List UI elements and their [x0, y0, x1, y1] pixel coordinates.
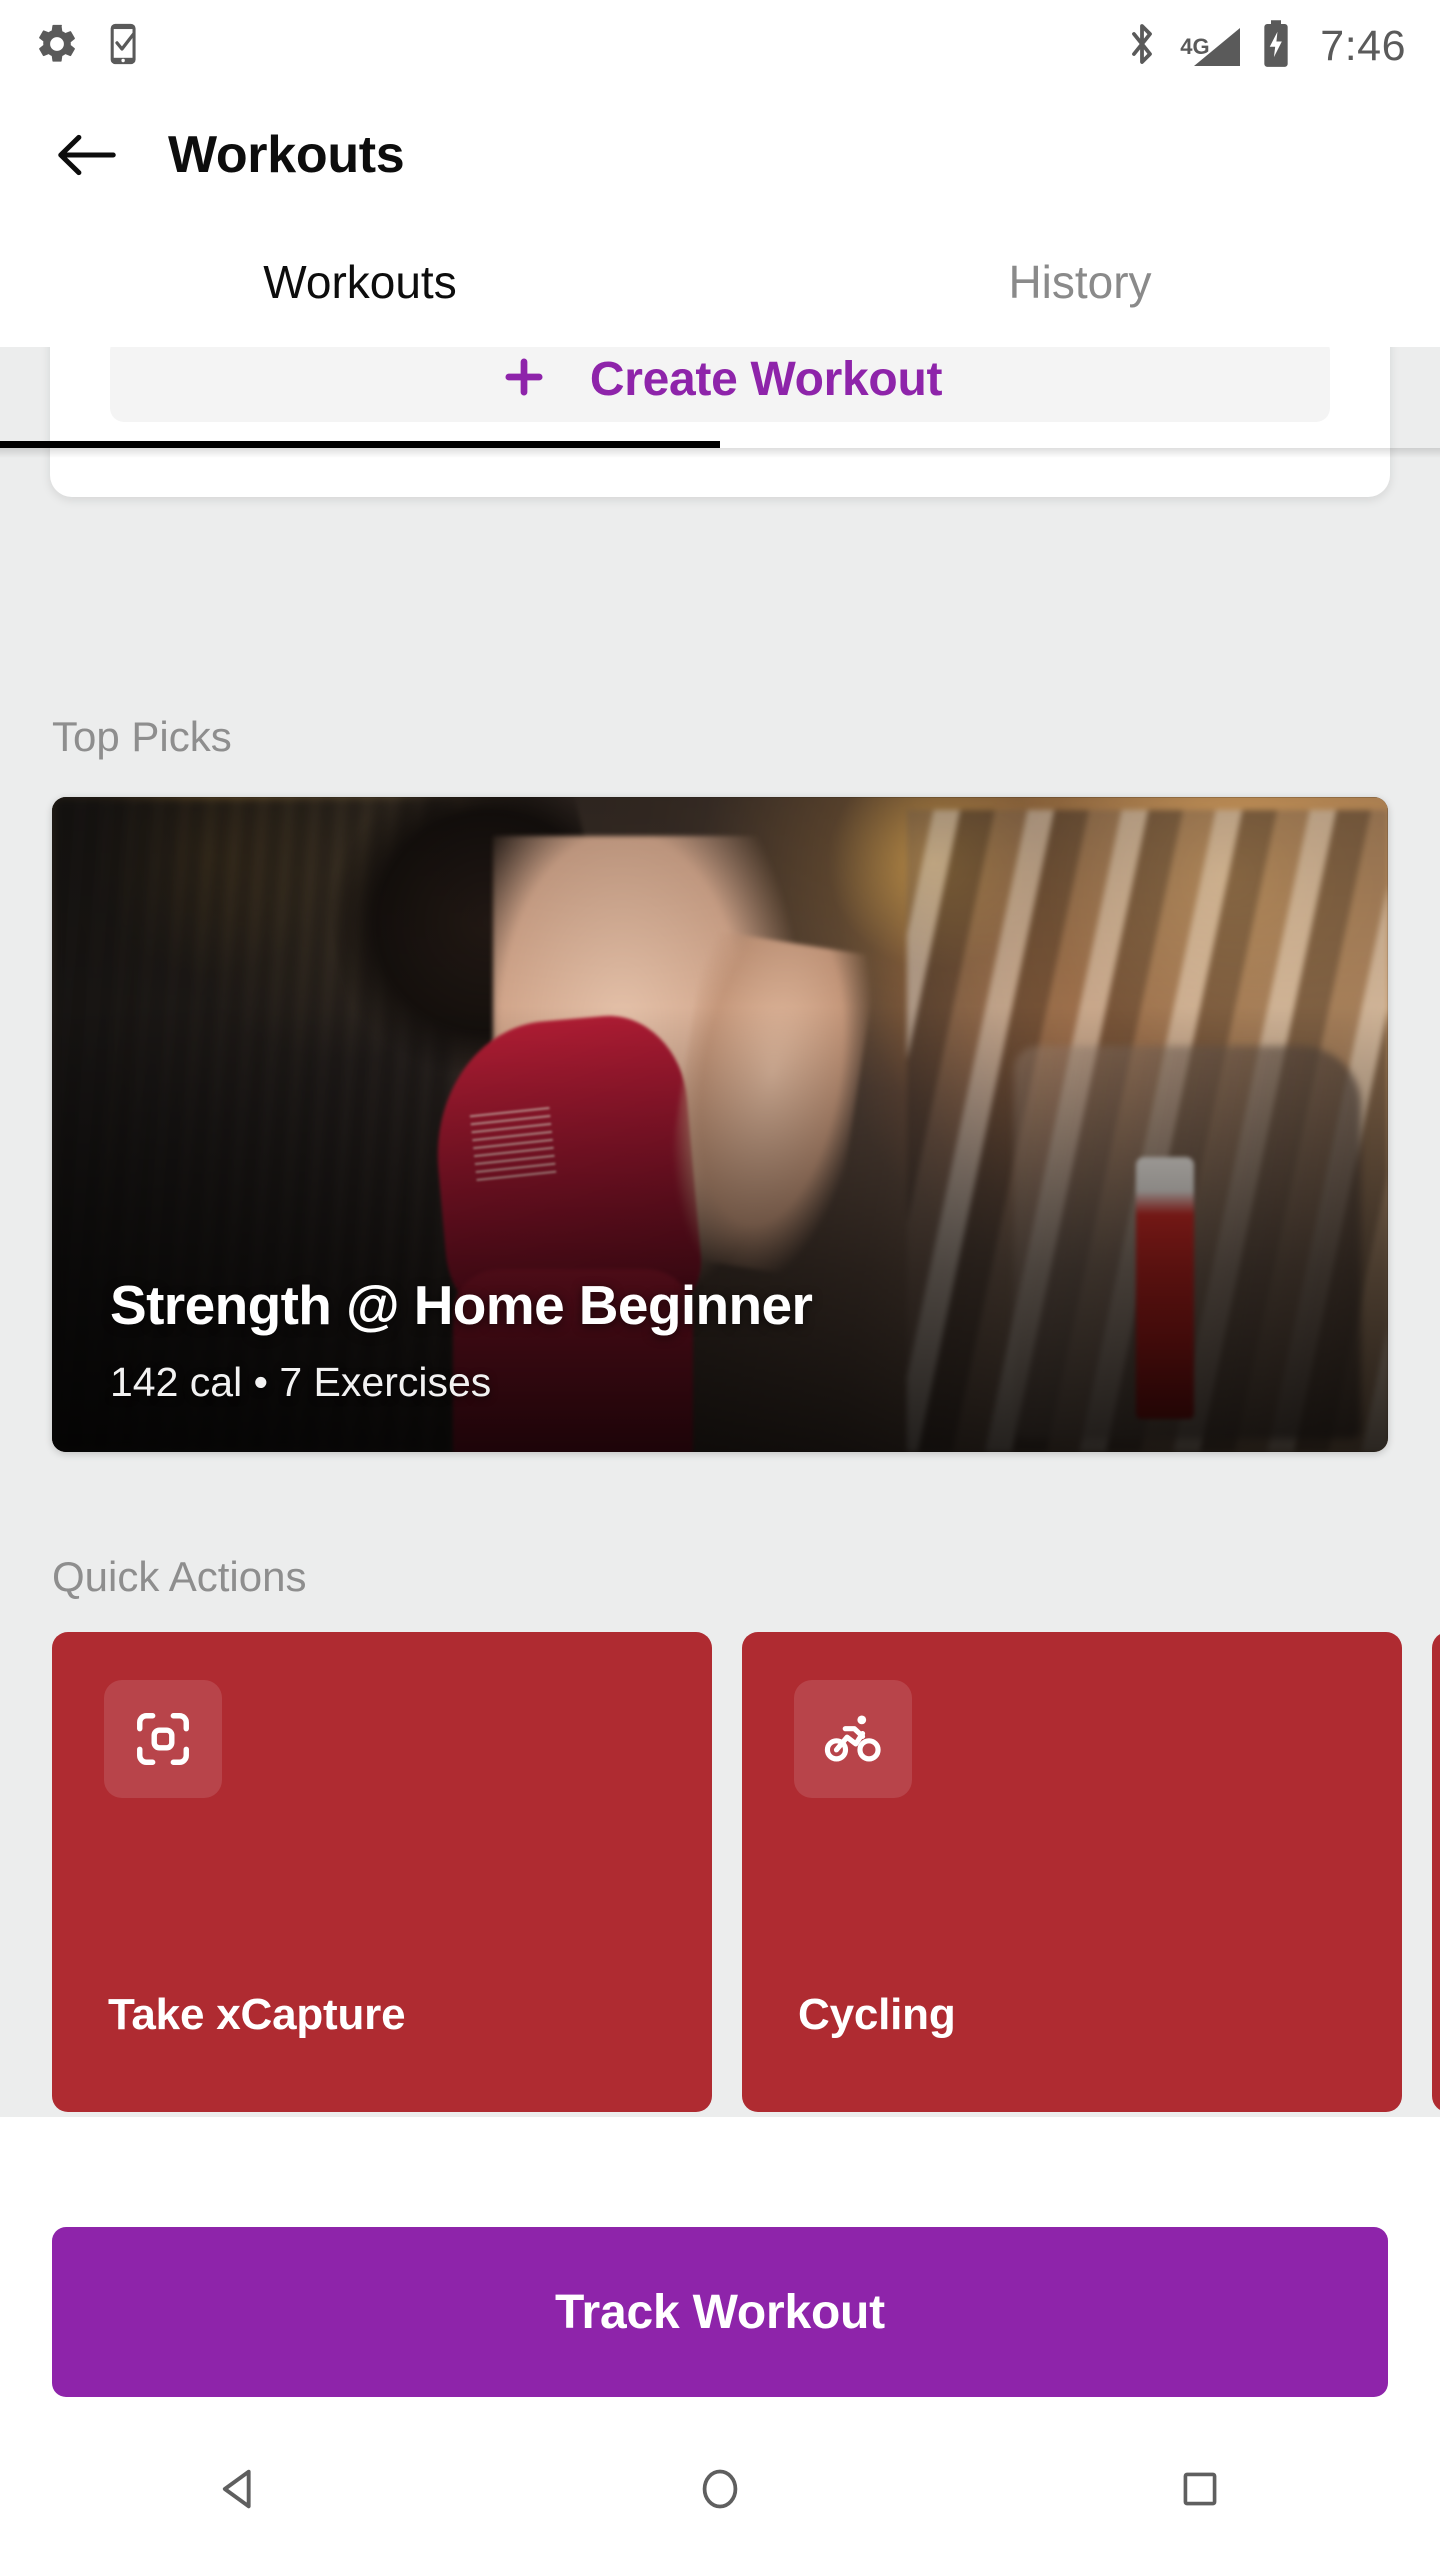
status-bar-right-icons: 4G 7:46 — [1122, 19, 1406, 74]
featured-text-block: Strength @ Home Beginner 142 cal • 7 Exe… — [110, 1273, 813, 1406]
create-workout-button[interactable]: Create Workout — [110, 347, 1330, 422]
app-bar: Workouts — [0, 92, 1440, 217]
nav-recents-square-icon — [1183, 2472, 1217, 2505]
scroll-content[interactable]: Create Workout Top Picks Strength @ Home… — [0, 347, 1440, 2117]
create-workout-card: Create Workout — [50, 347, 1390, 497]
scan-capture-icon — [104, 1680, 222, 1798]
featured-workout-title: Strength @ Home Beginner — [110, 1274, 813, 1336]
nav-back-button[interactable] — [160, 2417, 320, 2560]
quick-action-card-take-xcapture[interactable]: Take xCapture — [52, 1632, 712, 2112]
status-bar: 4G 7:46 — [0, 0, 1440, 92]
plus-icon — [498, 351, 550, 408]
nav-home-circle-icon — [702, 2469, 738, 2508]
tab-workouts[interactable]: Workouts — [0, 217, 720, 347]
quick-action-label: Take xCapture — [108, 1990, 406, 2039]
featured-workout-card[interactable]: Strength @ Home Beginner 142 cal • 7 Exe… — [52, 797, 1388, 1452]
quick-action-card-cycling[interactable]: Cycling — [742, 1632, 1402, 2112]
nav-back-triangle-icon — [222, 2469, 251, 2508]
back-button[interactable] — [28, 96, 146, 214]
create-workout-label: Create Workout — [589, 353, 943, 406]
status-bar-clock: 7:46 — [1320, 21, 1406, 70]
bottom-action-bar: Track Workout — [0, 2117, 1440, 2417]
status-bar-left-icons — [34, 21, 148, 72]
tab-bar: Workouts History — [0, 217, 1440, 347]
back-arrow-icon — [58, 134, 116, 175]
quick-actions-section-title: Quick Actions — [52, 1553, 307, 1600]
bluetooth-icon — [1122, 20, 1162, 73]
phone-check-icon — [104, 21, 148, 72]
page-title: Workouts — [168, 125, 405, 184]
nav-home-button[interactable] — [640, 2417, 800, 2560]
app-screen: 4G 7:46 Workouts Workouts History Create… — [0, 0, 1440, 2560]
tab-active-indicator — [0, 441, 720, 448]
quick-action-label: Cycling — [798, 1990, 956, 2039]
cycling-icon — [794, 1680, 912, 1798]
top-picks-section-title: Top Picks — [52, 713, 232, 760]
nav-recents-button[interactable] — [1120, 2417, 1280, 2560]
tab-bar-shadow — [0, 448, 1440, 458]
track-workout-button[interactable]: Track Workout — [52, 2227, 1388, 2397]
battery-charging-icon — [1260, 19, 1292, 74]
signal-triangle-icon: 4G — [1180, 20, 1241, 72]
quick-action-card-next[interactable] — [1432, 1632, 1440, 2112]
featured-workout-subtitle: 142 cal • 7 Exercises — [110, 1359, 492, 1405]
quick-actions-row[interactable]: Take xCapture Cycling — [0, 1632, 1440, 2112]
android-navigation-bar — [0, 2417, 1440, 2560]
gear-icon — [34, 21, 80, 72]
tab-history[interactable]: History — [720, 217, 1440, 347]
